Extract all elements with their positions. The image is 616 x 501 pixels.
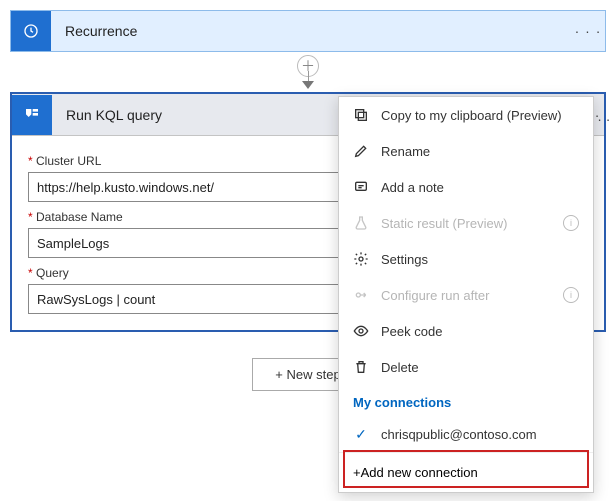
trigger-title: Recurrence <box>51 23 571 39</box>
action-context-menu: · · · Copy to my clipboard (Preview) Ren… <box>338 96 594 493</box>
pencil-icon <box>353 143 369 159</box>
flask-icon <box>353 215 369 231</box>
trash-icon <box>353 359 369 375</box>
copy-icon <box>353 107 369 123</box>
kusto-icon <box>12 95 52 135</box>
connector-arrow: ＋ <box>10 52 606 92</box>
clock-icon <box>11 11 51 51</box>
menu-rename-label: Rename <box>381 144 430 159</box>
menu-add-note[interactable]: Add a note <box>339 169 593 205</box>
run-after-icon <box>353 287 369 303</box>
menu-settings[interactable]: Settings <box>339 241 593 277</box>
menu-delete[interactable]: Delete <box>339 349 593 385</box>
menu-peek-code-label: Peek code <box>381 324 442 339</box>
menu-configure-run-after: Configure run after i <box>339 277 593 313</box>
trigger-card[interactable]: Recurrence · · · <box>10 10 606 52</box>
menu-rename[interactable]: Rename <box>339 133 593 169</box>
info-icon: i <box>563 215 579 231</box>
info-icon: i <box>563 287 579 303</box>
menu-add-note-label: Add a note <box>381 180 444 195</box>
menu-settings-label: Settings <box>381 252 428 267</box>
menu-delete-label: Delete <box>381 360 419 375</box>
menu-copy[interactable]: Copy to my clipboard (Preview) <box>339 97 593 133</box>
menu-static-result: Static result (Preview) i <box>339 205 593 241</box>
menu-peek-code[interactable]: Peek code <box>339 313 593 349</box>
add-new-connection-label: +Add new connection <box>353 465 478 480</box>
gear-icon <box>353 251 369 267</box>
connection-1-label: chrisqpublic@contoso.com <box>381 427 537 442</box>
menu-copy-label: Copy to my clipboard (Preview) <box>381 108 562 123</box>
check-icon: ✓ <box>353 426 369 442</box>
menu-static-result-label: Static result (Preview) <box>381 216 507 231</box>
add-new-connection[interactable]: +Add new connection <box>339 452 593 492</box>
trigger-menu-button[interactable]: · · · <box>571 23 605 39</box>
eye-icon <box>353 323 369 339</box>
action-menu-button-open[interactable]: · · · <box>597 111 616 127</box>
menu-configure-run-label: Configure run after <box>381 288 489 303</box>
note-icon <box>353 179 369 195</box>
my-connections-heading: My connections <box>339 385 593 416</box>
connection-item-1[interactable]: ✓ chrisqpublic@contoso.com <box>339 416 593 452</box>
